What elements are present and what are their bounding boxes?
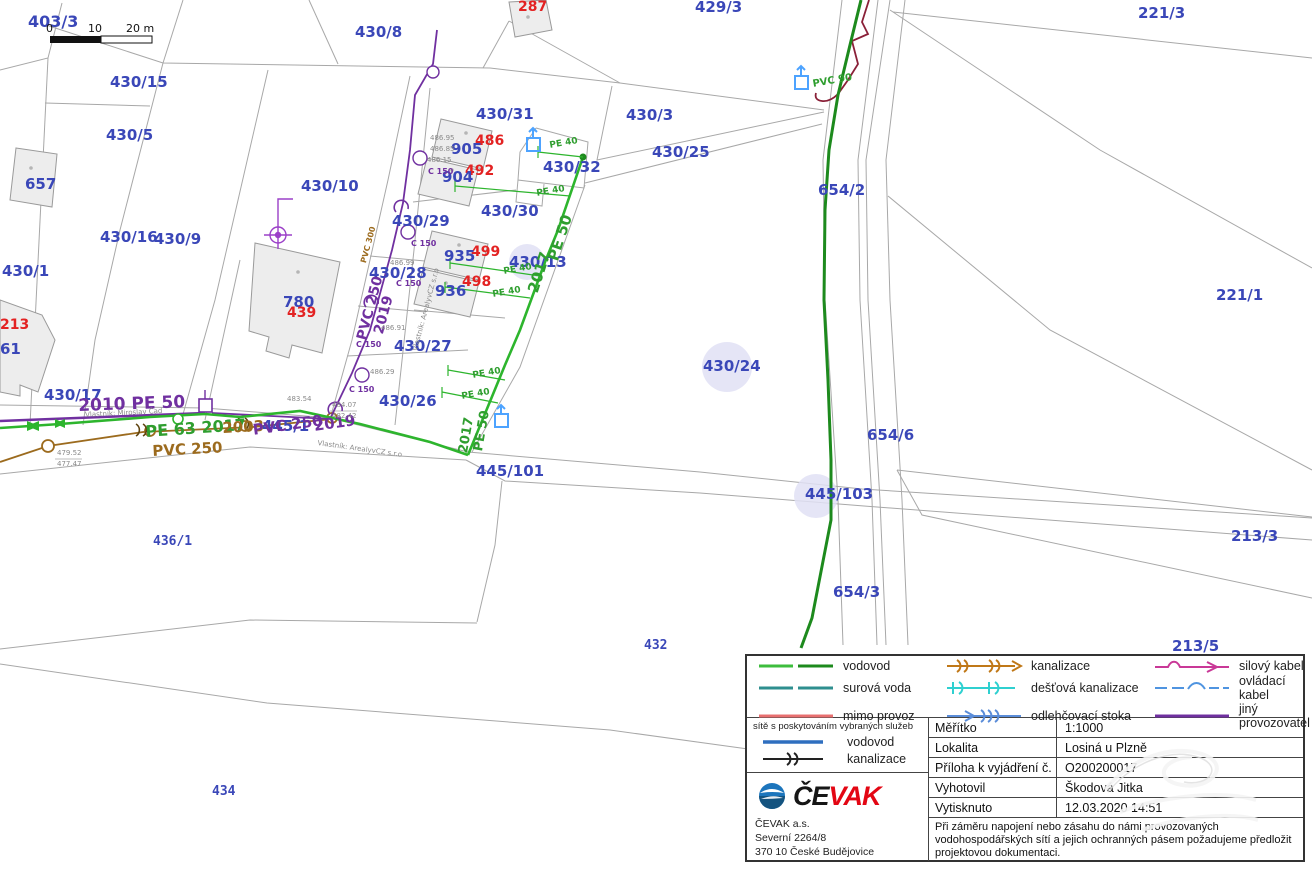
legend-label: silový kabel [1239, 659, 1304, 673]
company-street: Severní 2264/8 [755, 831, 920, 845]
info-label: Lokalita [929, 738, 1057, 757]
info-value: O200200017 [1057, 758, 1303, 777]
legend-services-title: sítě s poskytováním vybraných služeb [753, 721, 922, 732]
info-row: Vytisknuto12.03.2020 14:51 [929, 798, 1303, 818]
info-row: Měřítko1:1000 [929, 718, 1303, 738]
company-address: ČEVAK a.s. Severní 2264/8 370 10 České B… [755, 817, 920, 860]
legend-item-ovladaci: ovládací kabel [1153, 674, 1310, 702]
other-operator-pipe [0, 30, 439, 421]
info-value: 1:1000 [1057, 718, 1303, 737]
info-value: Losiná u Plzně [1057, 738, 1303, 757]
legend-label: kanalizace [847, 752, 906, 766]
storm-inlet-icon [795, 66, 808, 89]
company-name: ČEVAK a.s. [755, 817, 920, 831]
info-table: Měřítko1:1000LokalitaLosiná u PlzněPřílo… [929, 718, 1303, 861]
water-main-pipes [0, 0, 861, 648]
scale-bar [50, 36, 152, 43]
info-label: Vytisknuto [929, 798, 1057, 817]
legend-label: vodovod [843, 659, 890, 673]
legend-item-kanal: kanalizace [945, 658, 1153, 674]
hydrant-circle-icon [173, 414, 183, 424]
legend-service-item-svck: kanalizace [761, 751, 922, 767]
utility-map-page: 403/3430/8430/15430/5657430/16430/9430/1… [0, 0, 1312, 870]
parcel-boundaries [0, 0, 1312, 749]
buildings [0, 0, 552, 396]
logo-text-ce: ČE [793, 781, 829, 811]
info-value: 12.03.2020 14:51 [1057, 798, 1303, 817]
legend-left-panel: sítě s poskytováním vybraných služeb vod… [747, 718, 929, 861]
info-label: Měřítko [929, 718, 1057, 737]
legend-label: kanalizace [1031, 659, 1090, 673]
info-row: Příloha k vyjádření č.O200200017 [929, 758, 1303, 778]
legend-label: surová voda [843, 681, 911, 695]
silovy-line-icon [1153, 658, 1231, 674]
legend-label: ovládací kabel [1239, 674, 1310, 702]
legend-item-surova: surová voda [757, 674, 945, 702]
legend-services: sítě s poskytováním vybraných služeb vod… [747, 718, 928, 773]
info-label: Příloha k vyjádření č. [929, 758, 1057, 777]
note-text: Při záměru napojení nebo zásahu do námi … [929, 818, 1303, 861]
power-cable [816, 0, 869, 101]
storm-inlet-icon [495, 405, 508, 427]
legend-label: dešťová kanalizace [1031, 681, 1139, 695]
destova-line-icon [945, 680, 1023, 696]
surova-line-icon [757, 680, 835, 696]
svck-line-icon [761, 751, 839, 767]
kanal-line-icon [945, 658, 1023, 674]
company-block: ČEVAK ČEVAK a.s. Severní 2264/8 370 10 Č… [747, 773, 928, 864]
ovladaci-line-icon [1153, 680, 1231, 696]
legend-title-block: vodovodsurová vodamimo provozkanalizaced… [745, 654, 1305, 862]
info-row: LokalitaLosiná u Plzně [929, 738, 1303, 758]
water-branch-main [468, 157, 583, 455]
legend-service-item-svcv: vodovod [761, 734, 922, 750]
company-city: 370 10 České Budějovice [755, 845, 920, 859]
svcv-line-icon [761, 734, 839, 750]
info-label: Vyhotovil [929, 778, 1057, 797]
water-main-road [801, 0, 861, 648]
storm-inlet-icons [495, 66, 808, 427]
survey-target-icon [264, 199, 293, 249]
company-logo: ČEVAK [757, 781, 920, 811]
legend-item-destova: dešťová kanalizace [945, 674, 1153, 702]
logo-text-vak: VAK [829, 781, 881, 811]
valve-chamber-icon [199, 399, 212, 412]
legend-item-silovy: silový kabel [1153, 658, 1310, 674]
legend-label: vodovod [847, 735, 894, 749]
info-value: Škodová Jitka [1057, 778, 1303, 797]
parcel-highlight-circles [509, 244, 838, 518]
cevak-globe-icon [757, 781, 787, 811]
legend-item-vodovod: vodovod [757, 658, 945, 674]
info-row: VyhotovilŠkodová Jitka [929, 778, 1303, 798]
vodovod-line-icon [757, 658, 835, 674]
legend-utilities: vodovodsurová vodamimo provozkanalizaced… [747, 656, 1303, 718]
